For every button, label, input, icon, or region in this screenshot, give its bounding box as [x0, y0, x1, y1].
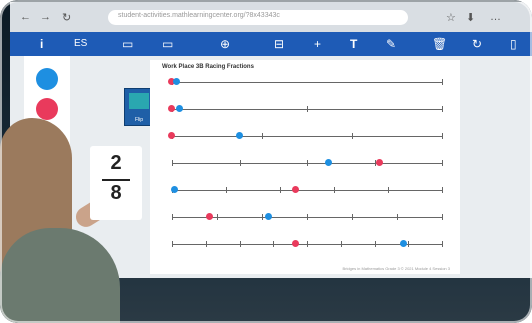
photo-frame: [0, 0, 532, 323]
photo: ← → ↻ student-activities.mathlearningcen…: [0, 0, 532, 323]
